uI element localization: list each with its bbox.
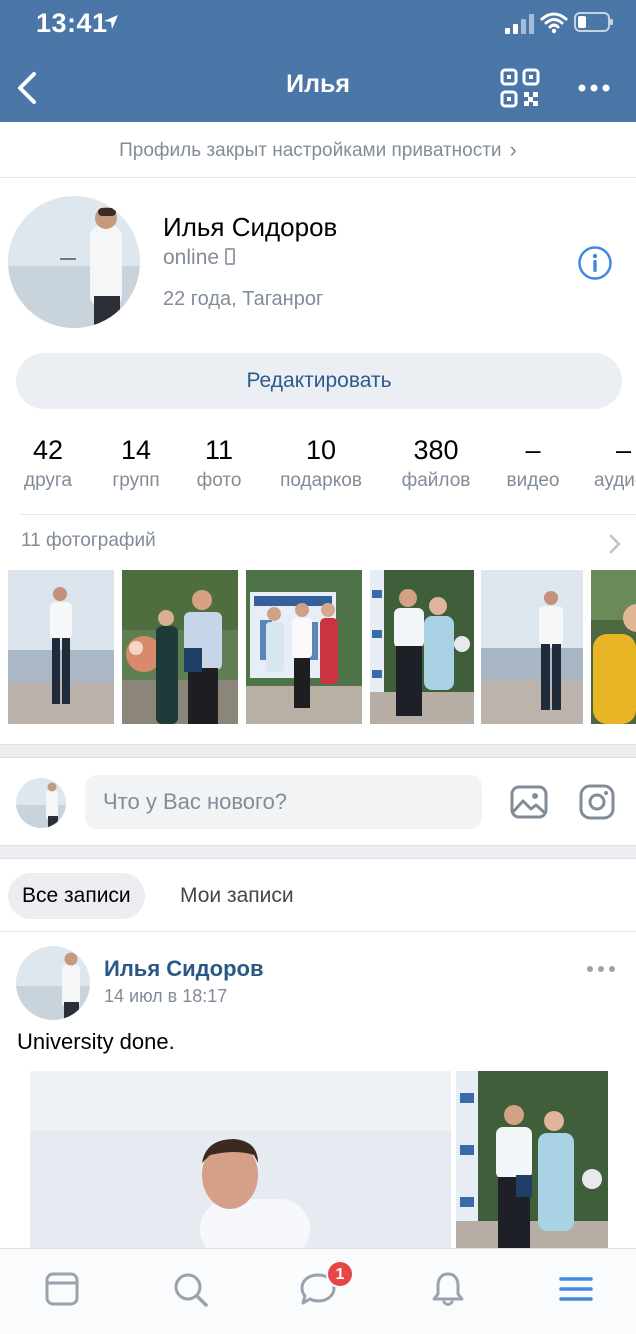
new-post-input[interactable]: [85, 775, 482, 829]
more-options-button[interactable]: [576, 78, 612, 98]
counter-files[interactable]: 380 файлов: [392, 434, 480, 494]
counter-value: 380: [413, 435, 459, 465]
photo-image: [591, 570, 636, 724]
page-title: Илья: [286, 70, 350, 98]
counter-friends[interactable]: 42 друга: [14, 434, 82, 494]
counter-audio[interactable]: – аудио: [586, 434, 636, 494]
attach-photo-button[interactable]: [509, 784, 549, 820]
bottom-tab-bar: [0, 1248, 636, 1334]
section-separator: [0, 744, 636, 758]
news-feed-icon[interactable]: [42, 1269, 82, 1309]
status-bar: 13:41: [0, 0, 636, 48]
tab-all-posts[interactable]: Все записи: [8, 873, 145, 919]
composer-avatar: [16, 778, 66, 828]
counter-value: –: [616, 435, 632, 465]
info-button[interactable]: [577, 245, 613, 281]
privacy-notice-text: Профиль закрыт настройками приватности: [119, 140, 502, 161]
divider: [0, 931, 636, 932]
divider: [20, 514, 636, 515]
chevron-right-icon[interactable]: [606, 532, 624, 556]
counter-label: групп: [112, 470, 160, 491]
profile-name: Илья Сидоров: [163, 212, 338, 242]
post-date: 14 июл в 18:17: [104, 986, 228, 1006]
photo-thumbnail[interactable]: [481, 570, 583, 724]
post-more-button[interactable]: [586, 962, 616, 976]
photo-thumbnail[interactable]: [8, 570, 114, 724]
counter-value: 42: [32, 435, 64, 465]
age-city: 22 года, Таганрог: [163, 288, 324, 310]
mobile-icon: [225, 248, 236, 265]
post-text: University done.: [17, 1029, 175, 1054]
edit-profile-button[interactable]: Редактировать: [16, 353, 622, 409]
photo-thumbnail[interactable]: [122, 570, 238, 724]
search-icon[interactable]: [170, 1269, 210, 1309]
counter-value: 14: [120, 435, 152, 465]
counter-label: аудио: [594, 470, 636, 491]
notifications-icon[interactable]: [428, 1269, 468, 1309]
photo-image: [8, 570, 114, 724]
privacy-notice[interactable]: Профиль закрыт настройками приватности ›: [0, 122, 636, 178]
location-arrow-icon: [104, 15, 118, 29]
avatar-photo: [16, 778, 66, 828]
tab-my-posts[interactable]: Мои записи: [166, 873, 308, 919]
section-separator: [0, 845, 636, 859]
counter-label: файлов: [401, 470, 471, 491]
battery-icon: [574, 12, 613, 32]
avatar-photo: [8, 196, 140, 328]
photo-thumbnail[interactable]: [591, 570, 636, 724]
cellular-signal-icon: [505, 14, 534, 34]
post-image[interactable]: [456, 1071, 608, 1251]
menu-icon[interactable]: [556, 1269, 596, 1309]
online-status-text: online: [163, 246, 220, 269]
photo-thumbnail[interactable]: [246, 570, 362, 724]
counter-value: 11: [204, 435, 234, 465]
camera-button[interactable]: [578, 783, 616, 821]
chevron-right-icon: ›: [509, 137, 517, 162]
profile-avatar[interactable]: [8, 196, 140, 328]
qr-code-button[interactable]: [500, 68, 540, 108]
counter-label: друга: [23, 470, 73, 491]
photo-image: [246, 570, 362, 724]
counter-label: видео: [506, 470, 560, 491]
post-author-avatar[interactable]: [16, 946, 90, 1020]
post-author-name[interactable]: Илья Сидоров: [104, 956, 263, 982]
profile-counters: 42 друга 14 групп 11 фото 10 подарков 38…: [0, 434, 636, 496]
post-image-photo: [456, 1071, 608, 1251]
counter-value: –: [525, 435, 541, 465]
counter-videos[interactable]: – видео: [496, 434, 570, 494]
photo-image: [370, 570, 474, 724]
counter-value: 10: [305, 435, 337, 465]
photo-image: [122, 570, 238, 724]
status-time: 13:41: [36, 8, 108, 38]
counter-photos[interactable]: 11 фото: [186, 434, 252, 494]
counter-groups[interactable]: 14 групп: [102, 434, 170, 494]
avatar-photo: [16, 946, 90, 1020]
counter-label: подарков: [280, 470, 362, 491]
counter-label: фото: [196, 470, 242, 491]
photos-header[interactable]: 11 фотографий: [21, 530, 156, 552]
post-image-photo: [30, 1071, 451, 1251]
counter-gifts[interactable]: 10 подарков: [268, 434, 374, 494]
header: 13:41 Илья: [0, 0, 636, 122]
photo-thumbnail[interactable]: [370, 570, 474, 724]
post-image[interactable]: [30, 1071, 451, 1251]
photo-image: [481, 570, 583, 724]
messages-badge: 1: [326, 1260, 354, 1288]
wifi-icon: [540, 12, 568, 34]
online-status: online: [163, 246, 236, 270]
